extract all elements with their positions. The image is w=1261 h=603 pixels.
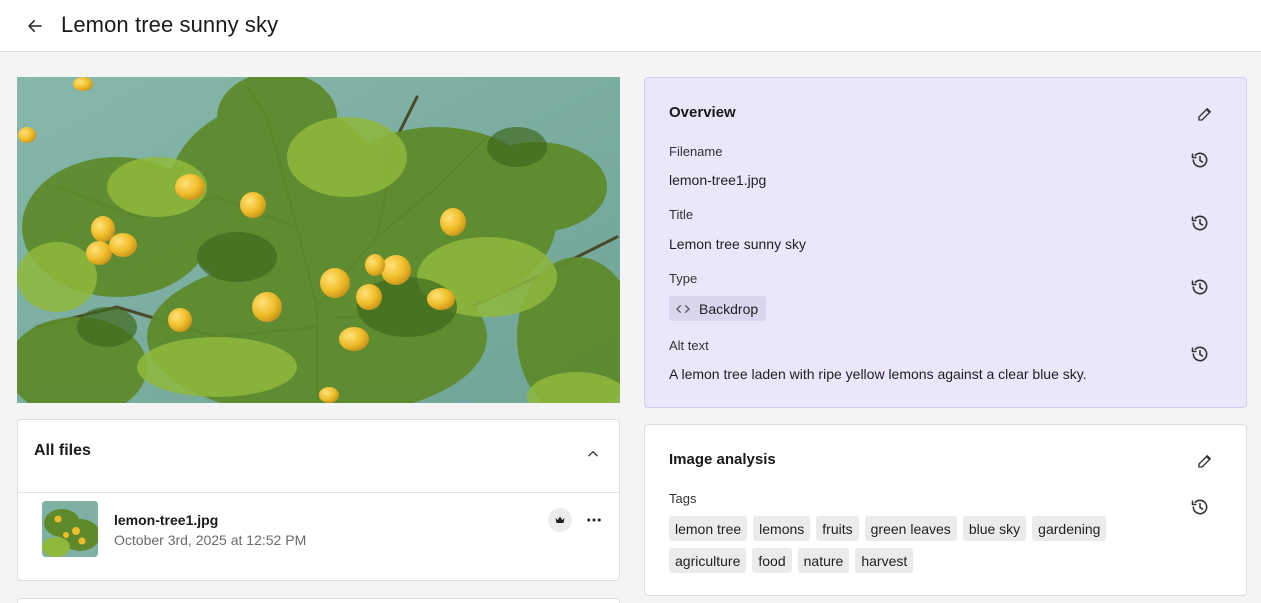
lemon-tree-image [17,77,620,403]
tag: lemon tree [669,516,748,541]
crown-icon [555,516,565,523]
history-icon [1191,279,1208,295]
image-analysis-title: Image analysis [669,451,776,468]
history-icon [1191,215,1208,231]
tag: harvest [855,548,914,573]
history-icon [1191,152,1208,168]
overview-card: Overview Filename lemon-tree1.jpg Title … [644,77,1247,408]
primary-file-button[interactable] [548,508,572,532]
tag: blue sky [962,516,1027,541]
overview-title: Overview [669,104,736,121]
tag-list: lemon tree lemons fruits green leaves bl… [669,516,1149,573]
history-icon [1191,499,1208,515]
type-label: Type [669,271,698,286]
image-preview [17,77,620,403]
tag: agriculture [669,548,747,573]
title-history-button[interactable] [1188,211,1212,235]
file-thumbnail [42,501,98,557]
chevron-up-icon [588,451,598,457]
filename-history-button[interactable] [1188,148,1212,172]
image-analysis-card: Image analysis Tags lemon tree lemons fr… [644,424,1247,596]
filename-value: lemon-tree1.jpg [669,172,767,188]
alt-text-value: A lemon tree laden with ripe yellow lemo… [669,366,1087,382]
title-value: Lemon tree sunny sky [669,236,806,252]
alt-text-label: Alt text [669,338,709,353]
tag: gardening [1032,516,1107,541]
file-row[interactable]: lemon-tree1.jpg October 3rd, 2025 at 12:… [18,493,619,581]
tags-label: Tags [669,491,697,506]
all-files-title: All files [34,442,91,459]
type-value: Backdrop [699,300,759,317]
all-files-header: All files [18,420,619,493]
tag: lemons [753,516,811,541]
tags-history-button[interactable] [1188,495,1212,519]
tag: fruits [816,516,859,541]
title-label: Title [669,207,694,222]
page-header: Lemon tree sunny sky [0,0,1261,52]
type-history-button[interactable] [1188,275,1212,299]
pencil-icon [1198,108,1211,121]
alt-text-history-button[interactable] [1188,342,1212,366]
page-title: Lemon tree sunny sky [61,12,279,37]
arrow-left-icon [28,20,42,32]
file-name: lemon-tree1.jpg [114,512,219,528]
tag: green leaves [864,516,957,541]
pencil-icon [1198,455,1211,468]
edit-analysis-button[interactable] [1194,450,1216,472]
file-date: October 3rd, 2025 at 12:52 PM [114,532,307,548]
filename-label: Filename [669,144,723,159]
all-files-card: All files lemon-tree1.jpg October 3rd, 2… [17,419,620,581]
tag: nature [797,548,850,573]
code-icon [676,304,690,313]
back-button[interactable] [22,13,48,39]
next-card [17,598,620,603]
tag: food [752,548,792,573]
more-horizontal-icon [587,518,601,522]
collapse-button[interactable] [583,444,603,464]
type-chip: Backdrop [669,296,767,321]
history-icon [1191,346,1208,362]
edit-overview-button[interactable] [1194,103,1216,125]
file-menu-button[interactable] [582,508,606,532]
